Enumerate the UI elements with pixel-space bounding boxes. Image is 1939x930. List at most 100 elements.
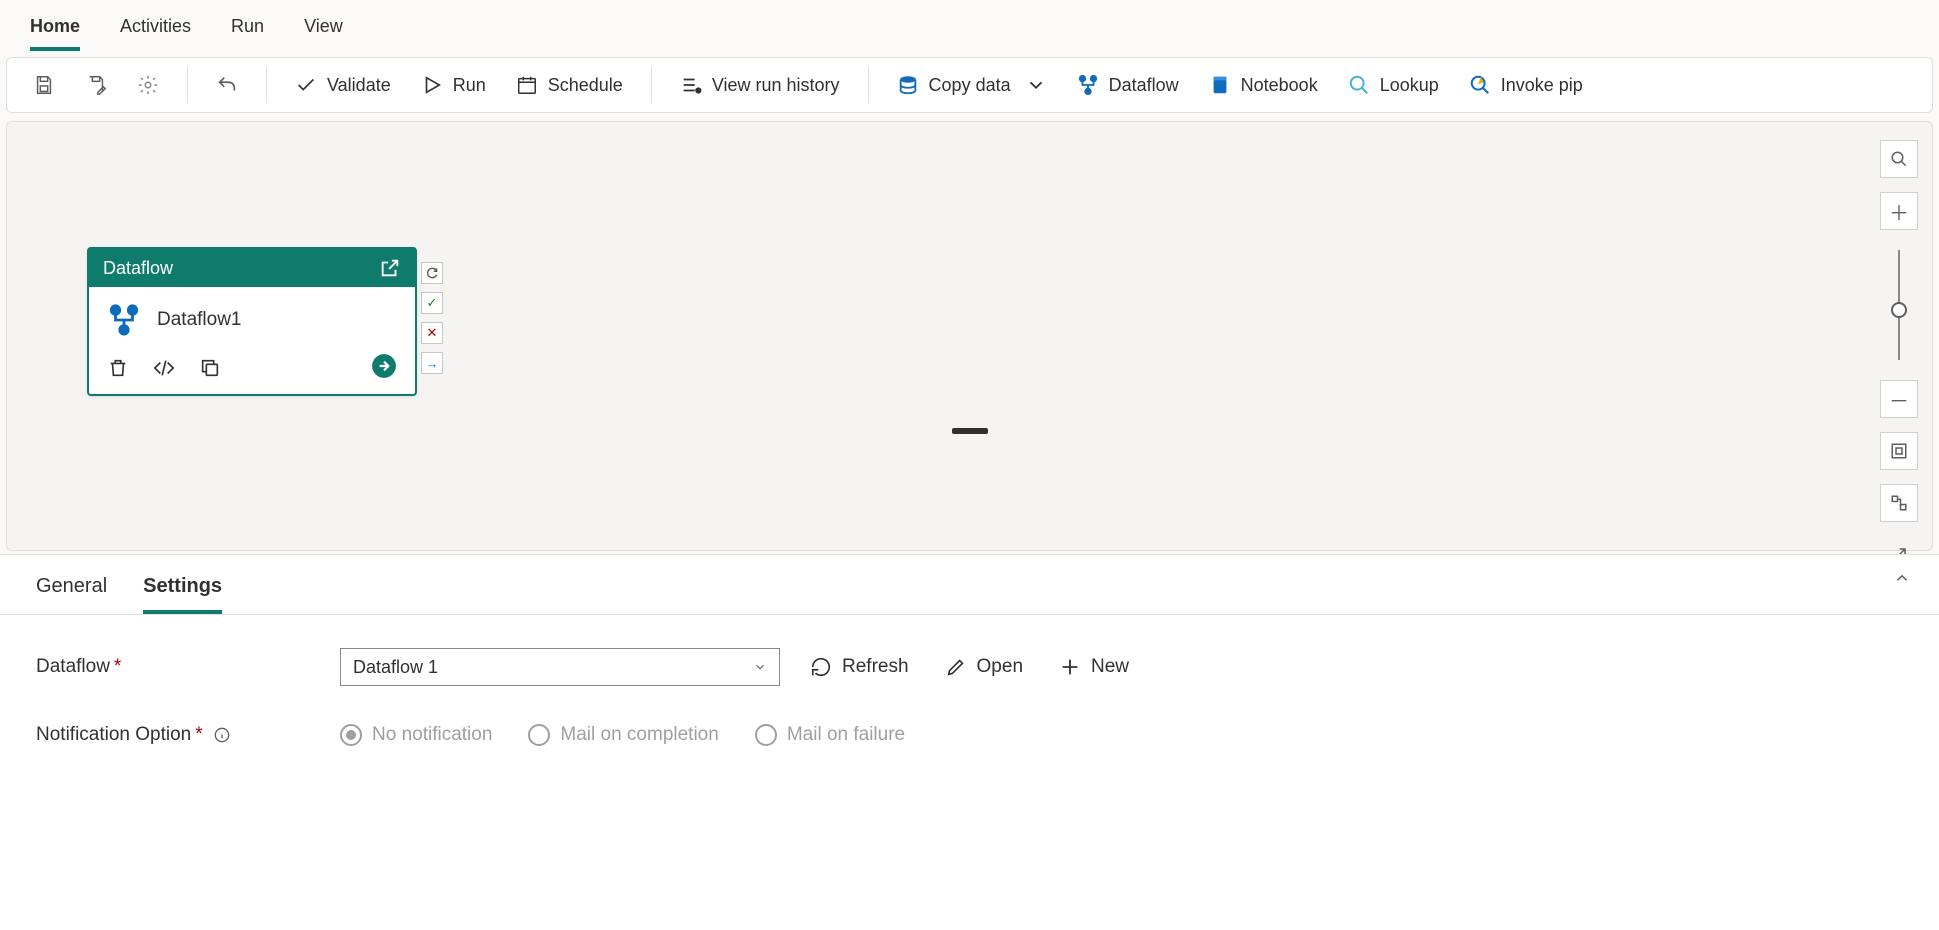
checkmark-icon [295, 74, 317, 96]
calendar-icon [516, 74, 538, 96]
top-tabs: Home Activities Run View [0, 0, 1939, 51]
panel-tabs: General Settings [0, 555, 1939, 615]
required-asterisk: * [114, 656, 121, 677]
notification-radio-group: No notification Mail on completion Mail … [340, 724, 905, 746]
open-external-icon[interactable] [379, 257, 401, 279]
notification-field-label: Notification Option* [36, 724, 316, 746]
gear-icon [137, 74, 159, 96]
dataflow-label: Dataflow [1109, 75, 1179, 96]
notification-label-text: Notification Option [36, 724, 191, 745]
schedule-button[interactable]: Schedule [506, 68, 633, 102]
port-success[interactable]: ✓ [421, 292, 443, 314]
radio-circle [528, 724, 550, 746]
undo-icon [216, 74, 238, 96]
tab-run[interactable]: Run [231, 10, 264, 51]
tab-activities[interactable]: Activities [120, 10, 191, 51]
radio-mail-failure[interactable]: Mail on failure [755, 724, 905, 746]
code-icon[interactable] [153, 357, 175, 379]
save-button[interactable] [23, 68, 65, 102]
fit-to-screen-button[interactable] [1880, 432, 1918, 470]
open-button[interactable]: Open [939, 652, 1029, 682]
port-completion[interactable]: → [421, 352, 443, 374]
notebook-button[interactable]: Notebook [1199, 68, 1328, 102]
save-icon [33, 74, 55, 96]
new-button[interactable]: New [1053, 652, 1135, 682]
chevron-down-icon [753, 660, 767, 674]
undo-button[interactable] [206, 68, 248, 102]
port-failure[interactable]: ✕ [421, 322, 443, 344]
refresh-button[interactable]: Refresh [804, 652, 915, 682]
radio-circle [340, 724, 362, 746]
separator [187, 67, 188, 103]
activity-footer [89, 345, 415, 394]
zoom-out-button[interactable]: － [1880, 380, 1918, 418]
zoom-in-button[interactable]: ＋ [1880, 192, 1918, 230]
zoom-thumb[interactable] [1891, 302, 1907, 318]
invoke-pipeline-label: Invoke pip [1501, 75, 1583, 96]
radio-dot [346, 730, 356, 740]
refresh-icon [810, 656, 832, 678]
validate-button[interactable]: Validate [285, 68, 401, 102]
play-icon [421, 74, 443, 96]
lookup-label: Lookup [1380, 75, 1439, 96]
radio-mail-completion[interactable]: Mail on completion [528, 724, 718, 746]
canvas-search-button[interactable] [1880, 140, 1918, 178]
settings-form: Dataflow* Dataflow 1 Refresh Open New No… [0, 615, 1939, 787]
radio-label: Mail on failure [787, 724, 905, 746]
panel-tab-settings[interactable]: Settings [143, 569, 222, 614]
radio-circle [755, 724, 777, 746]
dataflow-icon [107, 303, 141, 337]
view-run-history-button[interactable]: View run history [670, 68, 850, 102]
delete-icon[interactable] [107, 357, 129, 379]
copy-data-button[interactable]: Copy data [887, 68, 1057, 102]
auto-align-button[interactable] [1880, 484, 1918, 522]
radio-no-notification[interactable]: No notification [340, 724, 492, 746]
new-label: New [1091, 656, 1129, 678]
separator [868, 67, 869, 103]
plus-icon [1059, 656, 1081, 678]
notebook-icon [1209, 74, 1231, 96]
activity-name: Dataflow1 [157, 309, 242, 331]
invoke-icon [1469, 74, 1491, 96]
zoom-slider[interactable] [1898, 250, 1900, 360]
copy-icon[interactable] [199, 357, 221, 379]
schedule-label: Schedule [548, 75, 623, 96]
activity-ports: ✓ ✕ → [421, 262, 443, 374]
notification-row: Notification Option* No notification Mai… [36, 709, 1903, 761]
save-as-icon [85, 74, 107, 96]
database-icon [897, 74, 919, 96]
settings-button[interactable] [127, 68, 169, 102]
tab-home[interactable]: Home [30, 10, 80, 51]
panel-collapse-button[interactable] [1893, 569, 1911, 592]
activity-run-icon[interactable] [371, 353, 397, 382]
info-icon[interactable] [214, 727, 230, 743]
lookup-button[interactable]: Lookup [1338, 68, 1449, 102]
run-button[interactable]: Run [411, 68, 496, 102]
port-redo[interactable] [421, 262, 443, 284]
dataflow-field-label: Dataflow* [36, 656, 316, 678]
refresh-label: Refresh [842, 656, 909, 678]
history-icon [680, 74, 702, 96]
search-icon [1348, 74, 1370, 96]
save-as-button[interactable] [75, 68, 117, 102]
dataflow-label-text: Dataflow [36, 656, 110, 677]
notebook-label: Notebook [1241, 75, 1318, 96]
dataflow-button[interactable]: Dataflow [1067, 68, 1189, 102]
canvas-side-tools: ＋ － [1880, 140, 1918, 574]
separator [651, 67, 652, 103]
dataflow-icon [1077, 74, 1099, 96]
activity-body: Dataflow1 [89, 287, 415, 345]
copy-data-label: Copy data [929, 75, 1011, 96]
toolbar: Validate Run Schedule View run history C… [6, 57, 1933, 113]
panel-tab-general[interactable]: General [36, 569, 107, 614]
dataflow-selected-value: Dataflow 1 [353, 657, 438, 678]
dataflow-dropdown[interactable]: Dataflow 1 [340, 648, 780, 686]
radio-label: No notification [372, 724, 492, 746]
dataflow-row: Dataflow* Dataflow 1 Refresh Open New [36, 641, 1903, 693]
pipeline-canvas[interactable]: Dataflow Dataflow1 ✓ ✕ → ＋ － [6, 121, 1933, 551]
panel-drag-handle[interactable] [952, 428, 988, 434]
tab-view[interactable]: View [304, 10, 343, 51]
open-label: Open [977, 656, 1023, 678]
dataflow-activity[interactable]: Dataflow Dataflow1 [87, 247, 417, 396]
invoke-pipeline-button[interactable]: Invoke pip [1459, 68, 1593, 102]
